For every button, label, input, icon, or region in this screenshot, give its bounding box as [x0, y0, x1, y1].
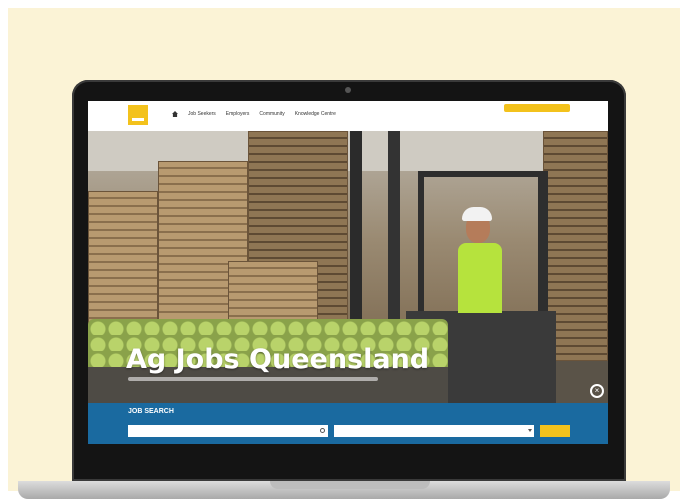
job-search-title: JOB SEARCH — [128, 408, 174, 415]
close-icon[interactable]: × — [590, 384, 604, 398]
location-select[interactable] — [334, 425, 534, 437]
home-icon[interactable] — [172, 111, 178, 117]
logo-mark — [132, 117, 144, 121]
search-button[interactable] — [540, 425, 570, 437]
hero-banner: Ag Jobs Queensland × — [88, 131, 608, 403]
laptop-notch — [270, 481, 430, 489]
job-search-bar: JOB SEARCH — [88, 403, 608, 444]
search-icon — [320, 428, 325, 433]
nav-item-job-seekers[interactable]: Job Seekers — [188, 111, 216, 117]
nav-item-knowledge-centre[interactable]: Knowledge Centre — [295, 111, 336, 117]
keyword-input[interactable] — [128, 425, 328, 437]
nav-item-community[interactable]: Community — [259, 111, 284, 117]
worker-vest — [458, 243, 502, 313]
worker-helmet — [462, 207, 492, 221]
site-header: Job Seekers Employers Community Knowledg… — [88, 101, 608, 131]
hero-title: Ag Jobs Queensland — [126, 344, 430, 375]
main-nav: Job Seekers Employers Community Knowledg… — [172, 111, 336, 117]
chevron-down-icon — [528, 429, 532, 432]
camera-icon — [345, 87, 351, 93]
header-cta-button[interactable] — [504, 104, 570, 112]
nav-item-employers[interactable]: Employers — [226, 111, 250, 117]
laptop-screen: Job Seekers Employers Community Knowledg… — [88, 101, 608, 444]
hero-subtitle — [128, 377, 378, 381]
site-logo[interactable] — [128, 105, 148, 125]
